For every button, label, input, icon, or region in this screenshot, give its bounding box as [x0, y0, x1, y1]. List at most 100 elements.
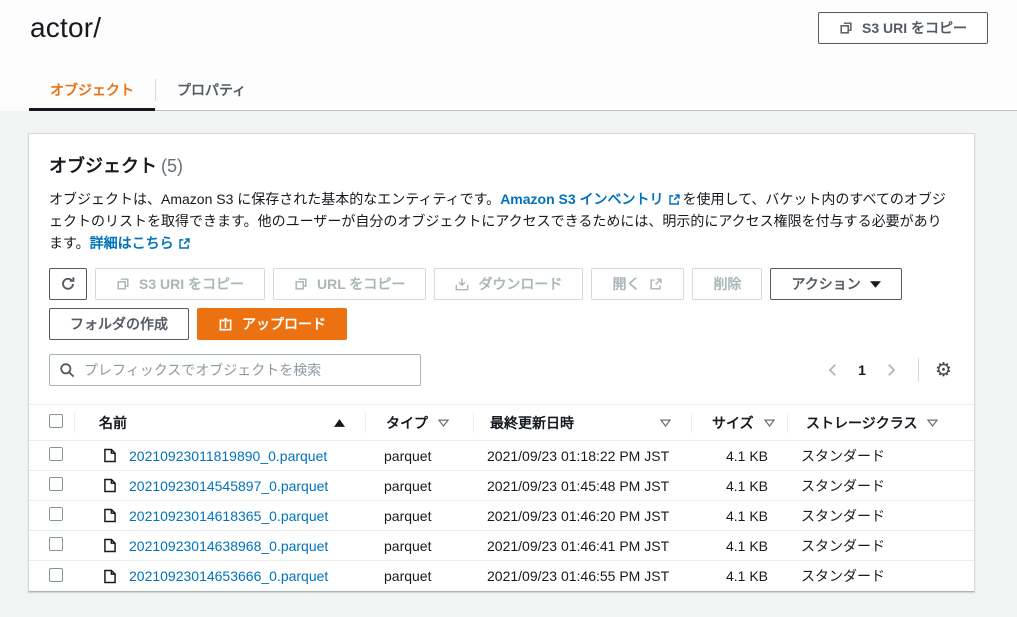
object-size-cell: 4.1 KB: [725, 447, 768, 464]
external-link-icon: [649, 277, 663, 291]
delete-label: 削除: [713, 276, 742, 292]
table-row: 20210923014638968_0.parquet parquet 2021…: [29, 531, 974, 561]
object-name-link[interactable]: 20210923014638968_0.parquet: [129, 538, 328, 554]
copy-s3-uri-top-label: S3 URI をコピー: [861, 20, 967, 36]
page-title: actor/: [30, 12, 102, 43]
column-size-label: サイズ: [712, 414, 754, 431]
copy-icon: [839, 21, 853, 35]
refresh-icon: [60, 276, 76, 292]
learn-more-link[interactable]: 詳細はこちら: [90, 235, 174, 251]
search-icon: [59, 362, 75, 378]
column-header-size[interactable]: サイズ: [692, 413, 787, 433]
tab-properties[interactable]: プロパティ: [156, 70, 267, 110]
next-page-button[interactable]: [878, 359, 904, 381]
row-checkbox[interactable]: [49, 507, 63, 521]
sort-icon: [763, 419, 775, 427]
actions-menu-button[interactable]: アクション: [770, 268, 902, 300]
object-modified-cell: 2021/09/23 01:45:48 PM JST: [487, 477, 670, 494]
copy-url-button[interactable]: URL をコピー: [273, 268, 427, 300]
object-size-cell: 4.1 KB: [725, 568, 768, 584]
download-label: ダウンロード: [478, 276, 563, 292]
row-checkbox[interactable]: [49, 447, 63, 461]
file-icon: [104, 478, 116, 493]
column-header-modified[interactable]: 最終更新日時: [474, 413, 691, 433]
preferences-gear-button[interactable]: ⚙: [933, 359, 954, 382]
copy-s3-uri-button[interactable]: S3 URI をコピー: [95, 268, 266, 300]
upload-label: アップロード: [242, 316, 326, 332]
sort-icon: [927, 419, 939, 427]
tab-objects[interactable]: オブジェクト: [29, 70, 155, 111]
copy-icon: [116, 277, 130, 291]
object-modified-cell: 2021/09/23 01:18:22 PM JST: [487, 447, 670, 464]
object-name-link[interactable]: 20210923014545897_0.parquet: [129, 478, 328, 494]
column-header-name[interactable]: 名前: [75, 413, 365, 433]
open-button[interactable]: 開く: [591, 268, 685, 300]
chevron-left-icon: [826, 363, 840, 377]
pagination: 1 ⚙: [820, 358, 954, 382]
object-type-cell: parquet: [384, 477, 432, 494]
object-size-cell: 4.1 KB: [725, 537, 768, 554]
tab-properties-label: プロパティ: [177, 82, 247, 98]
copy-s3-uri-label: S3 URI をコピー: [139, 276, 245, 292]
previous-page-button[interactable]: [820, 359, 846, 381]
object-size-cell: 4.1 KB: [725, 507, 768, 524]
refresh-button[interactable]: [49, 268, 87, 300]
object-name-link[interactable]: 20210923014653666_0.parquet: [129, 568, 328, 584]
open-label: 開く: [612, 276, 641, 292]
object-storage-class-cell: スタンダード: [801, 447, 885, 464]
create-folder-button[interactable]: フォルダの作成: [49, 308, 189, 340]
column-name-label: 名前: [99, 414, 127, 431]
gear-icon: ⚙: [934, 358, 952, 381]
object-storage-class-cell: スタンダード: [801, 507, 885, 524]
row-checkbox[interactable]: [49, 567, 63, 582]
object-storage-class-cell: スタンダード: [801, 568, 885, 584]
panel-heading: オブジェクト (5): [49, 152, 954, 178]
copy-s3-uri-top-button[interactable]: S3 URI をコピー: [817, 12, 988, 44]
table-row: 20210923014618365_0.parquet parquet 2021…: [29, 501, 974, 531]
file-icon: [104, 448, 116, 463]
table-row: 20210923014653666_0.parquet parquet 2021…: [29, 561, 974, 591]
column-modified-label: 最終更新日時: [490, 414, 574, 431]
object-size-cell: 4.1 KB: [725, 477, 768, 494]
table-row: 20210923011819890_0.parquet parquet 2021…: [29, 441, 974, 471]
sort-ascending-icon: [334, 418, 345, 427]
object-modified-cell: 2021/09/23 01:46:41 PM JST: [487, 537, 670, 554]
copy-icon: [294, 277, 308, 291]
column-header-storage-class[interactable]: ストレージクラス: [788, 413, 961, 433]
object-storage-class-cell: スタンダード: [801, 477, 885, 494]
external-link-icon: [668, 193, 681, 206]
column-header-type[interactable]: タイプ: [366, 413, 473, 433]
caret-down-icon: [869, 280, 881, 288]
actions-label: アクション: [791, 276, 861, 292]
page-header-region: actor/ S3 URI をコピー オブジェクト プロパティ: [0, 0, 1017, 111]
prefix-search-input[interactable]: [49, 354, 421, 386]
column-storage-label: ストレージクラス: [806, 414, 918, 431]
object-modified-cell: 2021/09/23 01:46:20 PM JST: [487, 507, 670, 524]
create-folder-label: フォルダの作成: [70, 316, 168, 332]
object-name-link[interactable]: 20210923011819890_0.parquet: [129, 448, 327, 464]
inventory-link[interactable]: Amazon S3 インベントリ: [500, 191, 663, 207]
select-all-checkbox[interactable]: [49, 414, 63, 428]
objects-panel: オブジェクト (5) オブジェクトは、Amazon S3 に保存された基本的なエン…: [28, 133, 975, 592]
tab-objects-label: オブジェクト: [50, 82, 134, 98]
sort-icon: [438, 419, 449, 427]
delete-button[interactable]: 削除: [692, 268, 763, 300]
current-page-number: 1: [858, 362, 866, 378]
chevron-right-icon: [884, 363, 898, 377]
tab-bar: オブジェクト プロパティ: [29, 70, 1017, 111]
object-storage-class-cell: スタンダード: [801, 537, 885, 554]
file-icon: [104, 508, 116, 523]
upload-button[interactable]: アップロード: [197, 308, 347, 340]
panel-description: オブジェクトは、Amazon S3 に保存された基本的なエンティティです。Ama…: [49, 188, 954, 254]
object-count-badge: (5): [161, 156, 183, 176]
object-name-link[interactable]: 20210923014618365_0.parquet: [129, 508, 328, 524]
download-button[interactable]: ダウンロード: [434, 268, 584, 300]
copy-url-label: URL をコピー: [317, 276, 406, 292]
row-checkbox[interactable]: [49, 537, 63, 551]
row-checkbox[interactable]: [49, 477, 63, 491]
file-icon: [104, 569, 116, 584]
upload-icon: [218, 316, 233, 332]
object-actions-toolbar: S3 URI をコピー URL をコピー ダウンロード 開く 削除 アクション: [49, 268, 954, 300]
description-part1: オブジェクトは、Amazon S3 に保存された基本的なエンティティです。: [49, 191, 501, 207]
create-upload-toolbar: フォルダの作成 アップロード: [49, 308, 954, 340]
